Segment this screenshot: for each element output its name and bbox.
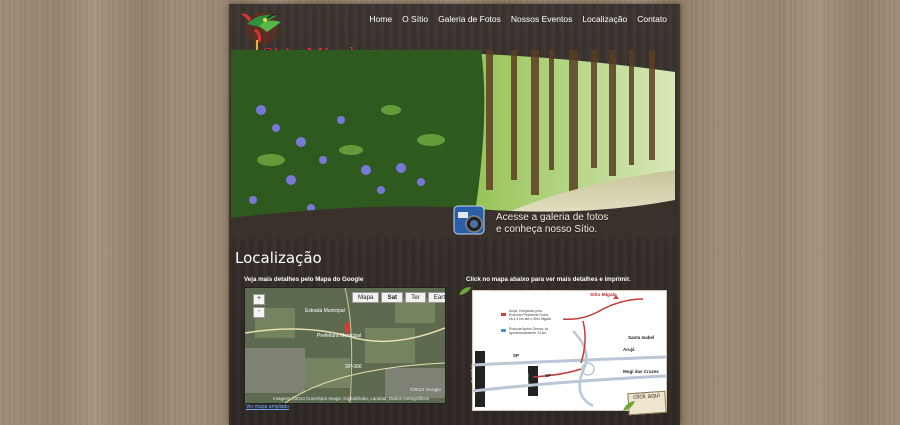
tab-ter[interactable]: Ter	[405, 292, 426, 303]
map-road-label: SP-066	[345, 364, 362, 370]
leaf-decoration-icon-2	[623, 401, 635, 411]
map-zoom-controls: + -	[253, 294, 265, 320]
zoom-in-button[interactable]: +	[253, 294, 265, 305]
route-map-label: Click no mapa abaixo para ver mais detal…	[466, 276, 631, 283]
road-label-guarulhos: Guarulhos	[469, 364, 475, 383]
tab-sat[interactable]: Sat	[381, 292, 404, 303]
map-attribution: Imagens ©2014 Cnes/Spot Image, DigitalGl…	[273, 396, 429, 401]
leaf-decoration-icon	[459, 287, 471, 295]
promo-line-2: e conheça nosso Sítio.	[496, 224, 598, 235]
tab-earth[interactable]: Earth	[427, 292, 445, 303]
road-label-sp-1: SP	[513, 353, 520, 358]
nav-localizacao[interactable]: Localização	[577, 14, 632, 24]
camera-icon[interactable]	[452, 204, 488, 238]
tab-mapa[interactable]: Mapa	[352, 292, 380, 303]
route-legend-1: Arujá: Chegando pela Rodovia Presidente …	[509, 309, 551, 321]
google-map-label: Veja mais detalhes pelo Mapa do Google	[244, 276, 364, 283]
map-type-tabs: Mapa Sat Ter Earth	[352, 292, 445, 303]
road-label-aruja: Arujá	[623, 347, 635, 352]
satellite-image	[245, 288, 445, 403]
zoom-out-button[interactable]: -	[253, 307, 265, 318]
promo-line-1: Acesse a galeria de fotos	[496, 212, 609, 223]
map-place-label: Prefeitura Municipal	[317, 333, 362, 339]
route-site-label: Sitio Migala	[590, 293, 617, 298]
map-copyright: ©2014 Google	[409, 388, 441, 393]
nav-contato[interactable]: Contato	[632, 14, 672, 24]
main-nav: Home O Sítio Galeria de Fotos Nossos Eve…	[364, 14, 672, 24]
road-label-sp-2: SP	[545, 373, 552, 378]
page-title: Localização	[235, 249, 322, 267]
road-label-igarata: Igarata	[524, 373, 530, 386]
view-larger-map-link[interactable]: Ver mapa ampliado	[246, 404, 289, 410]
route-legend-2: Rodovia Ayrton Senna: vá aproximadamente…	[509, 327, 549, 335]
nav-eventos[interactable]: Nossos Eventos	[506, 14, 577, 24]
nav-o-sitio[interactable]: O Sítio	[397, 14, 433, 24]
google-map[interactable]: + - Mapa Sat Ter Earth Estrada Municipal…	[244, 287, 446, 404]
road-label-mogi: Mogi das Cruzes	[623, 369, 659, 374]
nav-galeria[interactable]: Galeria de Fotos	[433, 14, 506, 24]
gallery-promo-link[interactable]: Acesse a galeria de fotos e conheça noss…	[496, 212, 608, 236]
nav-home[interactable]: Home	[364, 14, 397, 24]
road-label-santa-isabel: Santa Isabel	[628, 335, 655, 340]
map-street-label: Estrada Municipal	[305, 308, 345, 314]
